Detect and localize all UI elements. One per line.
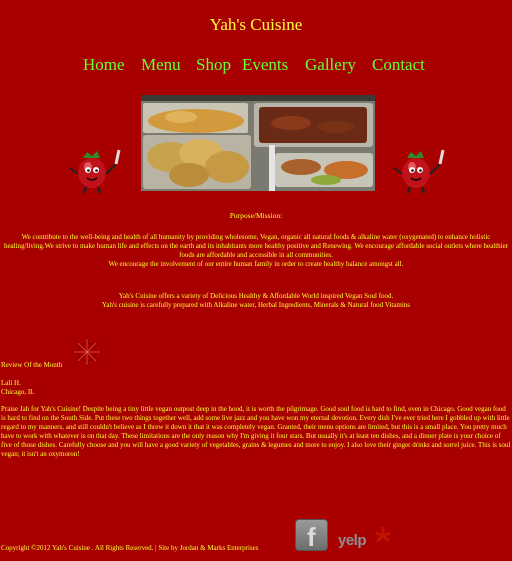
mission-statement: We contribute to the well-being and heal…: [2, 233, 510, 269]
mission-heading: Purpose/Mission:: [229, 211, 283, 220]
offer-line: Yah's Cuisine offers a variety of Delici…: [118, 292, 394, 300]
offer-line: Yah's cuisine is carefully prepared with…: [101, 301, 411, 309]
nav-menu-link[interactable]: Menu: [141, 55, 181, 75]
sparkle-icon: [72, 337, 102, 367]
nav-gallery-link[interactable]: Gallery: [305, 55, 356, 75]
tomato-chef-mascot-icon: [69, 149, 121, 194]
reviewer-name: Lali H.: [1, 379, 21, 387]
mission-paragraph: We contribute to the well-being and heal…: [3, 233, 509, 259]
hero-food-image: [141, 95, 375, 191]
yelp-icon[interactable]: yelp: [338, 526, 392, 552]
food-buffet-photo-icon: [141, 95, 375, 191]
review-body: Praise Jah for Yah's Cuisine! Despite be…: [1, 405, 511, 458]
mission-paragraph: We encourage the involvement of our enti…: [108, 260, 404, 268]
offer-statement: Yah's Cuisine offers a variety of Delici…: [0, 292, 512, 310]
reviewer-city: Chicago, IL: [1, 388, 35, 396]
footer-copyright: Copyright ©2012 Yah's Cuisine . All Righ…: [1, 544, 259, 552]
facebook-letter: f: [307, 522, 316, 552]
reviewer-info: Lali H. Chicago, IL: [1, 379, 34, 397]
site-title: Yah's Cuisine: [209, 15, 303, 34]
yelp-burst-icon: [375, 527, 391, 543]
review-of-month-label: Review Of the Month: [1, 361, 63, 369]
nav-events-link[interactable]: Events: [242, 55, 288, 75]
nav-shop-link[interactable]: Shop: [196, 55, 231, 75]
yelp-wordmark: yelp: [338, 532, 367, 549]
tomato-chef-mascot-icon: [393, 149, 445, 194]
nav-contact-link[interactable]: Contact: [372, 55, 425, 75]
facebook-icon[interactable]: f: [295, 519, 328, 552]
nav-home-link[interactable]: Home: [83, 55, 125, 75]
